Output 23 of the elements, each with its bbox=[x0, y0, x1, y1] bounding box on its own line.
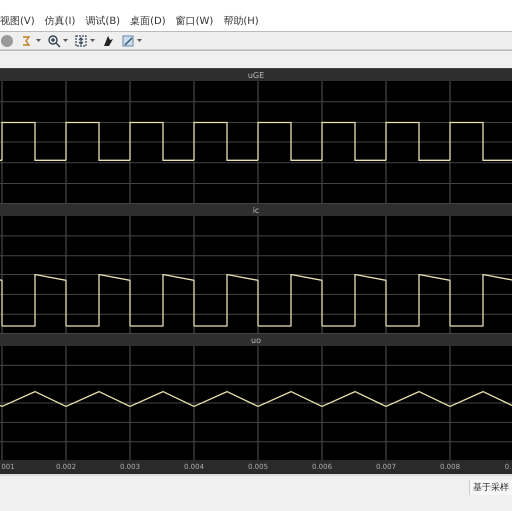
zoom-icon bbox=[47, 34, 61, 48]
menu-item[interactable]: 仿真(I) bbox=[44, 14, 76, 28]
toolbar-button[interactable] bbox=[74, 34, 95, 48]
cursor-icon bbox=[101, 34, 115, 48]
caret-icon bbox=[36, 39, 41, 42]
caret-icon bbox=[137, 39, 142, 42]
plot-title: ic bbox=[252, 206, 260, 214]
toolbar-button[interactable] bbox=[47, 34, 68, 48]
caret-icon bbox=[63, 39, 68, 42]
status-text: 基于采样 bbox=[469, 480, 512, 495]
menu-item[interactable]: 视图(V) bbox=[0, 14, 35, 28]
fit-icon bbox=[74, 34, 88, 48]
toolbar-button[interactable] bbox=[101, 34, 115, 48]
plot-title: uo bbox=[251, 336, 261, 344]
menu-item[interactable]: 桌面(D) bbox=[130, 14, 166, 28]
menu-item[interactable]: 帮助(H) bbox=[223, 14, 259, 28]
caret-icon bbox=[90, 39, 95, 42]
plot-title: uGE bbox=[248, 70, 264, 80]
toolbar-button[interactable] bbox=[121, 34, 142, 48]
edit-icon bbox=[121, 34, 135, 48]
menu-item[interactable]: 窗口(W) bbox=[176, 14, 214, 28]
menu-item[interactable]: 调试(B) bbox=[85, 14, 120, 28]
stop-icon bbox=[0, 34, 14, 48]
